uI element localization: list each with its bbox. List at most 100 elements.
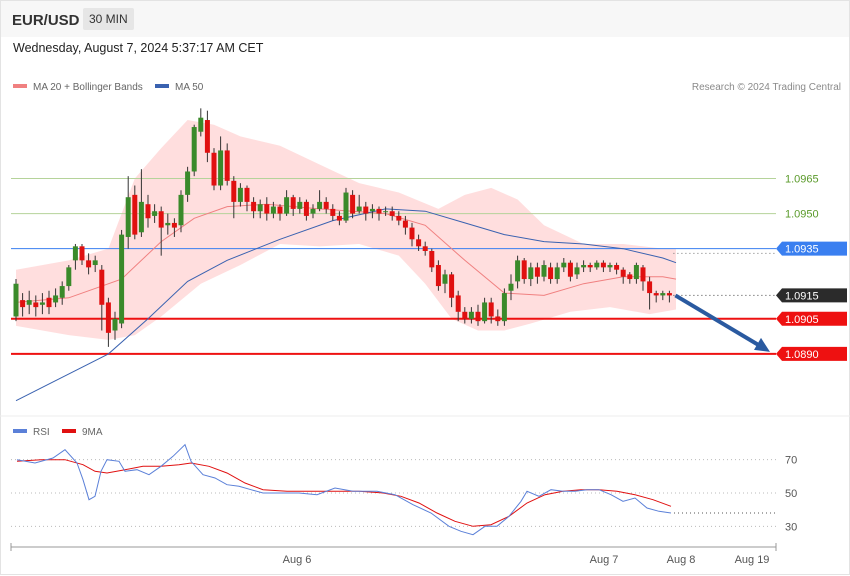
candle-body bbox=[554, 267, 560, 280]
candle-body bbox=[435, 265, 441, 287]
ma20-legend-swatch bbox=[13, 84, 27, 88]
current-price-label: 1.0915 bbox=[785, 290, 819, 302]
rsi-line bbox=[16, 443, 672, 536]
candle-body bbox=[567, 262, 573, 277]
candle-body bbox=[99, 269, 105, 305]
candle-body bbox=[257, 204, 263, 212]
candle-body bbox=[26, 300, 32, 305]
candle-body bbox=[561, 262, 567, 268]
candle-body bbox=[270, 206, 276, 214]
candle-body bbox=[429, 250, 435, 268]
candle-body bbox=[402, 220, 408, 228]
candle-body bbox=[409, 227, 415, 240]
candle-body bbox=[521, 260, 527, 280]
candle-body bbox=[310, 208, 316, 214]
candle-body bbox=[455, 295, 461, 312]
candle-body bbox=[534, 267, 540, 277]
candle-body bbox=[303, 201, 309, 216]
candle-body bbox=[449, 274, 455, 298]
candle-body bbox=[633, 265, 639, 280]
candle-body bbox=[86, 260, 92, 268]
level-label-1.0965: 1.0965 bbox=[785, 173, 819, 185]
candle-body bbox=[171, 222, 177, 228]
ma50-legend-label: MA 50 bbox=[175, 82, 204, 93]
candle-body bbox=[237, 187, 243, 202]
candle-body bbox=[218, 150, 224, 186]
rsi-tick-30: 30 bbox=[785, 521, 797, 533]
candle-body bbox=[290, 197, 296, 209]
candle-body bbox=[442, 274, 448, 284]
candle-body bbox=[587, 265, 593, 268]
level-label-1.0950: 1.0950 bbox=[785, 209, 819, 221]
candle-body bbox=[515, 260, 521, 282]
candle-body bbox=[138, 201, 144, 233]
candle-body bbox=[495, 316, 501, 322]
candle-body bbox=[363, 206, 369, 214]
candle-body bbox=[152, 211, 158, 216]
candle-body bbox=[416, 239, 422, 247]
legend-rsi: RSI 9MA bbox=[13, 427, 103, 438]
candle-body bbox=[198, 117, 204, 132]
candle-body bbox=[251, 201, 257, 212]
candle-body bbox=[336, 215, 342, 221]
candle-body bbox=[165, 222, 171, 226]
candle-body bbox=[614, 265, 620, 270]
candle-body bbox=[264, 204, 270, 214]
candle-body bbox=[317, 201, 323, 209]
candle-body bbox=[528, 267, 534, 280]
candle-body bbox=[178, 194, 184, 226]
x-tick-label: Aug 7 bbox=[590, 554, 619, 566]
candle-body bbox=[297, 201, 303, 209]
candle-body bbox=[39, 302, 45, 305]
candle-body bbox=[284, 197, 290, 214]
candle-body bbox=[59, 286, 65, 298]
level-label-1.0905: 1.0905 bbox=[785, 314, 819, 326]
candle-body bbox=[541, 265, 547, 277]
candle-body bbox=[396, 215, 402, 221]
candle-body bbox=[105, 302, 111, 333]
candle-body bbox=[224, 150, 230, 181]
candle-body bbox=[383, 211, 389, 213]
candle-body bbox=[244, 187, 250, 202]
candle-body bbox=[231, 180, 237, 202]
price-chart: MA 20 + Bollinger Bands MA 50 Research ©… bbox=[0, 82, 850, 566]
candle-body bbox=[508, 283, 514, 291]
candle-body bbox=[574, 267, 580, 275]
candle-body bbox=[389, 211, 395, 216]
rsi-legend-swatch bbox=[13, 429, 27, 433]
candle-body bbox=[581, 265, 587, 268]
ma50-legend-swatch bbox=[155, 84, 169, 88]
candle-body bbox=[594, 262, 600, 268]
candle-body bbox=[79, 246, 85, 261]
rsi-tick-70: 70 bbox=[785, 455, 797, 467]
candle-body bbox=[145, 204, 151, 219]
candle-body bbox=[376, 208, 382, 214]
candle-body bbox=[640, 267, 646, 282]
candle-body bbox=[92, 260, 98, 266]
candle-body bbox=[488, 302, 494, 317]
level-label-1.0890: 1.0890 bbox=[785, 349, 819, 361]
forecast-arrow-shaft bbox=[674, 293, 762, 348]
candle-body bbox=[356, 206, 362, 212]
candle-body bbox=[501, 293, 507, 322]
candle-body bbox=[66, 267, 72, 287]
candle-body bbox=[20, 300, 26, 308]
candle-body bbox=[627, 274, 633, 280]
rsi-tick-50: 50 bbox=[785, 488, 797, 500]
candle-body bbox=[158, 211, 164, 228]
candle-body bbox=[666, 293, 672, 296]
candle-body bbox=[185, 171, 191, 195]
candle-body bbox=[607, 265, 613, 268]
rsi-ma-legend-label: 9MA bbox=[82, 427, 103, 438]
candle-body bbox=[132, 194, 138, 235]
candle-body bbox=[53, 295, 59, 303]
candle-body bbox=[330, 208, 336, 216]
candle-body bbox=[482, 302, 488, 322]
credit-text: Research © 2024 Trading Central bbox=[692, 82, 841, 93]
candle-body bbox=[660, 293, 666, 296]
candle-body bbox=[350, 194, 356, 214]
rsi-legend-label: RSI bbox=[33, 427, 50, 438]
candle-body bbox=[422, 246, 428, 251]
candle-body bbox=[13, 283, 19, 317]
x-tick-label: Aug 8 bbox=[667, 554, 696, 566]
